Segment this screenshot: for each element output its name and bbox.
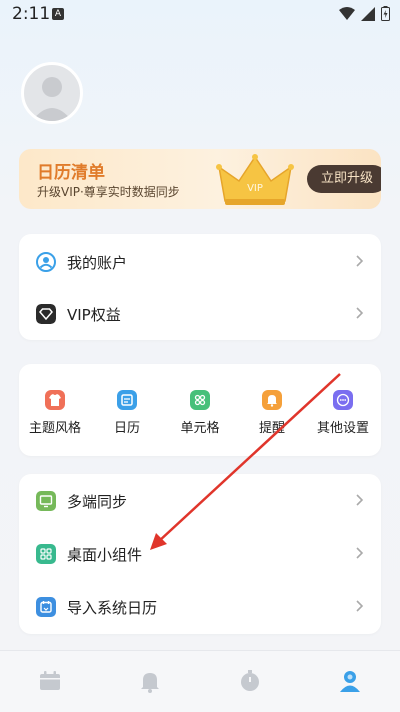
crown-vip-text: VIP bbox=[247, 183, 263, 194]
import-calendar-icon bbox=[36, 597, 56, 617]
user-icon bbox=[36, 252, 56, 272]
grid-item-cell[interactable]: 单元格 bbox=[164, 384, 236, 444]
status-time: 2:11 bbox=[12, 4, 51, 24]
grid-item-label: 单元格 bbox=[180, 421, 220, 436]
grid-item-calendar[interactable]: 日历 bbox=[91, 384, 163, 444]
default-avatar-icon bbox=[32, 77, 72, 121]
grid-item-theme-style[interactable]: 主题风格 bbox=[19, 384, 91, 444]
chevron-right-icon bbox=[356, 307, 364, 319]
tools-card: 多端同步 桌面小组件 导入系统日历 bbox=[19, 474, 381, 634]
bell-icon bbox=[262, 390, 282, 410]
tab-profile[interactable] bbox=[336, 667, 364, 695]
status-notification-badge: A bbox=[52, 8, 64, 20]
sync-icon bbox=[36, 491, 56, 511]
grid-item-label: 主题风格 bbox=[28, 421, 81, 436]
grid-item-reminder[interactable]: 提醒 bbox=[236, 384, 308, 444]
stopwatch-icon bbox=[241, 670, 259, 691]
cellular-icon bbox=[361, 6, 375, 21]
list-item-desktop-widget[interactable]: 桌面小组件 bbox=[19, 528, 381, 580]
person-icon bbox=[340, 671, 360, 692]
calendar-icon bbox=[40, 671, 60, 690]
list-item-vip-benefits[interactable]: VIP权益 bbox=[19, 288, 381, 340]
widget-icon bbox=[36, 544, 56, 564]
crown-icon: VIP bbox=[216, 154, 294, 205]
chevron-right-icon bbox=[356, 494, 364, 506]
account-card: 我的账户 VIP权益 bbox=[19, 234, 381, 340]
battery-icon bbox=[381, 6, 390, 21]
bell-icon bbox=[141, 673, 159, 693]
chevron-right-icon bbox=[356, 547, 364, 559]
status-icons bbox=[339, 6, 390, 21]
list-item-label: VIP权益 bbox=[67, 306, 121, 324]
grid-item-label: 日历 bbox=[113, 421, 140, 436]
tab-timer[interactable] bbox=[236, 667, 264, 695]
vip-banner-title: 日历清单 bbox=[37, 163, 105, 183]
vip-banner-subtitle: 升级VIP·尊享实时数据同步 bbox=[37, 185, 180, 199]
list-item-label: 导入系统日历 bbox=[67, 599, 158, 617]
grid-item-label: 其他设置 bbox=[316, 421, 369, 436]
more-icon bbox=[333, 390, 353, 410]
grid-icon bbox=[190, 390, 210, 410]
list-item-label: 桌面小组件 bbox=[67, 546, 143, 564]
list-item-label: 多端同步 bbox=[67, 493, 128, 511]
list-item-import-system-calendar[interactable]: 导入系统日历 bbox=[19, 581, 381, 633]
settings-grid-card: 主题风格 日历 单元格 提醒 其他设置 bbox=[19, 364, 381, 456]
chevron-right-icon bbox=[356, 600, 364, 612]
avatar[interactable] bbox=[21, 62, 83, 124]
chevron-right-icon bbox=[356, 255, 364, 267]
tab-calendar[interactable] bbox=[36, 667, 64, 695]
shirt-icon bbox=[45, 390, 65, 410]
grid-item-label: 提醒 bbox=[258, 421, 285, 436]
list-item-my-account[interactable]: 我的账户 bbox=[19, 236, 381, 288]
bottom-tab-bar bbox=[0, 650, 400, 712]
tab-reminder[interactable] bbox=[136, 667, 164, 695]
wifi-icon bbox=[339, 6, 355, 20]
calendar-icon bbox=[117, 390, 137, 410]
list-item-label: 我的账户 bbox=[67, 254, 128, 272]
vip-banner[interactable]: 日历清单 升级VIP·尊享实时数据同步 VIP 立即升级 bbox=[19, 149, 381, 209]
status-bar: 2:11 A bbox=[0, 0, 400, 28]
upgrade-button[interactable]: 立即升级 bbox=[307, 165, 381, 193]
vip-diamond-icon bbox=[36, 304, 56, 324]
grid-item-other-settings[interactable]: 其他设置 bbox=[307, 384, 379, 444]
list-item-multi-device-sync[interactable]: 多端同步 bbox=[19, 475, 381, 527]
